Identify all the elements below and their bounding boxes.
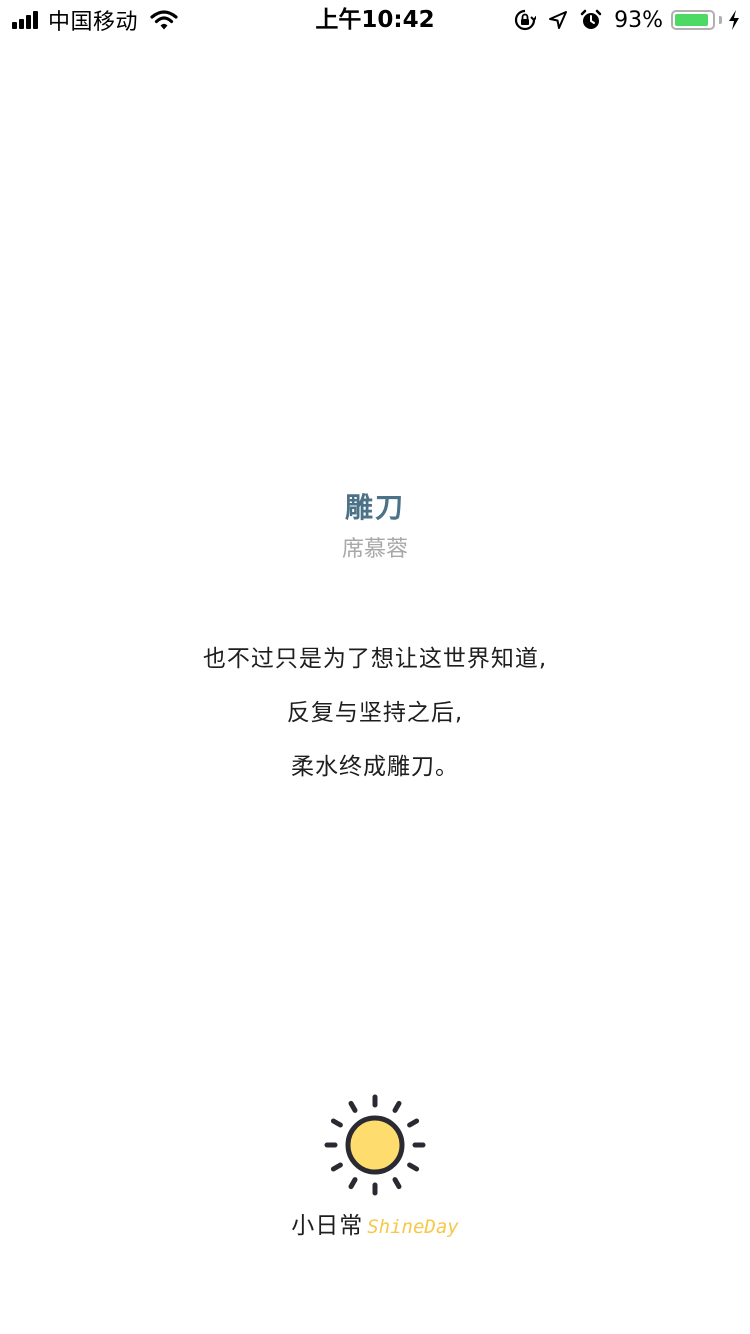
- brand-logo: 小日常 ShineDay: [0, 1206, 750, 1248]
- poem-card: 雕刀 席慕蓉 也不过只是为了想让这世界知道, 反复与坚持之后, 柔水终成雕刀。: [0, 486, 750, 794]
- sun-ray: [407, 1162, 420, 1172]
- sun-ray: [330, 1162, 343, 1172]
- sun-ray: [330, 1118, 343, 1128]
- status-bar: 中国移动 上午10:42 93%: [0, 0, 750, 40]
- charging-icon: [729, 10, 739, 30]
- orientation-lock-icon: [515, 9, 537, 31]
- brand-name-cn: 小日常: [291, 1213, 364, 1239]
- battery-icon: [671, 10, 715, 30]
- location-icon: [549, 11, 568, 29]
- sun-ray: [348, 1177, 358, 1190]
- brand-name-en: ShineDay: [367, 1216, 459, 1238]
- status-bar-right: 93%: [514, 6, 740, 34]
- battery-fill: [675, 14, 708, 26]
- poem-line: 也不过只是为了想让这世界知道,: [202, 646, 548, 672]
- poem-line: 柔水终成雕刀。: [291, 754, 459, 780]
- sun-ray: [348, 1100, 358, 1113]
- sun-ray: [392, 1177, 402, 1190]
- poem-line: 反复与坚持之后,: [286, 700, 464, 726]
- sun-icon: [324, 1094, 426, 1196]
- sun-ray: [407, 1118, 420, 1128]
- poem-author: 席慕蓉: [341, 537, 408, 562]
- battery-percent: 93%: [614, 7, 663, 33]
- poem-title: 雕刀: [344, 491, 405, 524]
- sun-ray: [392, 1100, 402, 1113]
- alarm-icon: [580, 9, 602, 29]
- poem-body: 也不过只是为了想让这世界知道, 反复与坚持之后, 柔水终成雕刀。: [0, 632, 750, 794]
- battery-nub: [719, 16, 722, 24]
